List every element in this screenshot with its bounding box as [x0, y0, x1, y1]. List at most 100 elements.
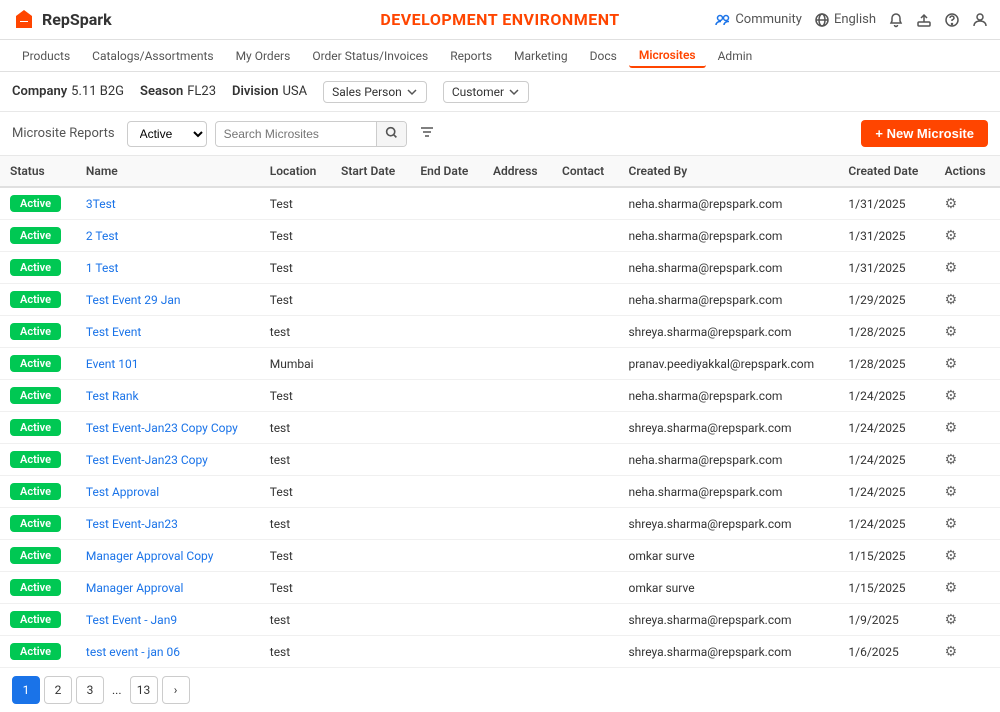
cell-name-4: Test Event — [76, 316, 260, 348]
upload-icon-btn[interactable] — [916, 12, 932, 28]
microsite-name-link-1[interactable]: 2 Test — [86, 229, 119, 243]
actions-gear-btn-6[interactable]: ⚙ — [945, 387, 958, 404]
actions-gear-btn-7[interactable]: ⚙ — [945, 419, 958, 436]
microsite-name-link-6[interactable]: Test Rank — [86, 389, 139, 403]
language-selector[interactable]: English — [814, 12, 876, 28]
page-btn-1[interactable]: 1 — [12, 676, 40, 704]
page-btn-2[interactable]: 2 — [44, 676, 72, 704]
cell-name-6: Test Rank — [76, 380, 260, 412]
logo[interactable]: RepSpark — [12, 8, 112, 32]
cell-start-date-10 — [331, 508, 410, 540]
season-label: Season — [140, 84, 183, 99]
actions-gear-btn-9[interactable]: ⚙ — [945, 483, 958, 500]
microsite-name-link-9[interactable]: Test Approval — [86, 485, 159, 499]
actions-gear-btn-1[interactable]: ⚙ — [945, 227, 958, 244]
nav-marketing[interactable]: Marketing — [504, 45, 578, 67]
actions-gear-btn-14[interactable]: ⚙ — [945, 643, 958, 660]
division-value: USA — [282, 84, 307, 99]
cell-start-date-4 — [331, 316, 410, 348]
nav-my-orders[interactable]: My Orders — [226, 45, 301, 67]
actions-gear-btn-5[interactable]: ⚙ — [945, 355, 958, 372]
cell-created-by-6: neha.sharma@repspark.com — [618, 380, 838, 412]
microsite-name-link-3[interactable]: Test Event 29 Jan — [86, 293, 181, 307]
cell-created-by-0: neha.sharma@repspark.com — [618, 187, 838, 220]
sales-person-label: Sales Person — [332, 85, 402, 99]
actions-gear-btn-11[interactable]: ⚙ — [945, 547, 958, 564]
sales-person-dropdown[interactable]: Sales Person — [323, 81, 427, 103]
cell-actions-4: ⚙ — [935, 316, 1000, 348]
col-created-date: Created Date — [838, 156, 934, 187]
new-microsite-button[interactable]: + New Microsite — [861, 120, 988, 147]
cell-location-4: test — [260, 316, 331, 348]
filter-options-button[interactable] — [415, 120, 439, 147]
microsite-name-link-0[interactable]: 3Test — [86, 197, 116, 211]
nav-microsites[interactable]: Microsites — [629, 44, 706, 68]
cell-end-date-12 — [410, 572, 483, 604]
cell-name-7: Test Event-Jan23 Copy Copy — [76, 412, 260, 444]
cell-status-0: Active — [0, 187, 76, 220]
nav-admin[interactable]: Admin — [708, 45, 763, 67]
cell-contact-1 — [552, 220, 618, 252]
cell-end-date-9 — [410, 476, 483, 508]
cell-actions-0: ⚙ — [935, 187, 1000, 220]
cell-created-date-8: 1/24/2025 — [838, 444, 934, 476]
nav-catalogs[interactable]: Catalogs/Assortments — [82, 45, 223, 67]
table-row: Active Test Rank Test neha.sharma@repspa… — [0, 380, 1000, 412]
table-row: Active Event 101 Mumbai pranav.peediyakk… — [0, 348, 1000, 380]
microsite-name-link-4[interactable]: Test Event — [86, 325, 141, 339]
page-next-btn[interactable]: › — [162, 676, 190, 704]
actions-gear-btn-13[interactable]: ⚙ — [945, 611, 958, 628]
cell-contact-14 — [552, 636, 618, 668]
actions-gear-btn-8[interactable]: ⚙ — [945, 451, 958, 468]
microsite-name-link-7[interactable]: Test Event-Jan23 Copy Copy — [86, 421, 238, 435]
community-link[interactable]: Community — [715, 12, 802, 28]
actions-gear-btn-12[interactable]: ⚙ — [945, 579, 958, 596]
cell-end-date-13 — [410, 604, 483, 636]
nav-reports[interactable]: Reports — [440, 45, 502, 67]
filter-season: Season FL23 — [140, 84, 216, 99]
cell-end-date-5 — [410, 348, 483, 380]
cell-start-date-12 — [331, 572, 410, 604]
cell-start-date-11 — [331, 540, 410, 572]
search-button[interactable] — [376, 122, 406, 146]
actions-gear-btn-0[interactable]: ⚙ — [945, 195, 958, 212]
cell-status-12: Active — [0, 572, 76, 604]
microsite-name-link-11[interactable]: Manager Approval Copy — [86, 549, 213, 563]
cell-actions-9: ⚙ — [935, 476, 1000, 508]
cell-start-date-7 — [331, 412, 410, 444]
cell-end-date-3 — [410, 284, 483, 316]
cell-actions-13: ⚙ — [935, 604, 1000, 636]
notifications-icon[interactable] — [888, 12, 904, 28]
microsite-name-link-13[interactable]: Test Event - Jan9 — [86, 613, 177, 627]
microsite-name-link-10[interactable]: Test Event-Jan23 — [86, 517, 178, 531]
cell-created-date-1: 1/31/2025 — [838, 220, 934, 252]
cell-address-13 — [483, 604, 552, 636]
page-btn-13[interactable]: 13 — [130, 676, 158, 704]
actions-gear-btn-10[interactable]: ⚙ — [945, 515, 958, 532]
customer-dropdown[interactable]: Customer — [443, 81, 529, 103]
page-btn-3[interactable]: 3 — [76, 676, 104, 704]
cell-location-2: Test — [260, 252, 331, 284]
actions-gear-btn-4[interactable]: ⚙ — [945, 323, 958, 340]
cell-contact-9 — [552, 476, 618, 508]
cell-created-by-2: neha.sharma@repspark.com — [618, 252, 838, 284]
microsite-name-link-14[interactable]: test event - jan 06 — [86, 645, 180, 659]
nav-docs[interactable]: Docs — [580, 45, 627, 67]
search-input[interactable] — [216, 123, 376, 145]
microsite-name-link-2[interactable]: 1 Test — [86, 261, 119, 275]
help-icon-btn[interactable] — [944, 12, 960, 28]
table-row: Active Test Event-Jan23 Copy Copy test s… — [0, 412, 1000, 444]
microsite-name-link-5[interactable]: Event 101 — [86, 357, 139, 371]
user-profile-btn[interactable] — [972, 12, 988, 28]
cell-created-by-8: neha.sharma@repspark.com — [618, 444, 838, 476]
cell-address-0 — [483, 187, 552, 220]
actions-gear-btn-2[interactable]: ⚙ — [945, 259, 958, 276]
microsite-name-link-12[interactable]: Manager Approval — [86, 581, 183, 595]
nav-products[interactable]: Products — [12, 45, 80, 67]
cell-created-date-3: 1/29/2025 — [838, 284, 934, 316]
cell-created-date-6: 1/24/2025 — [838, 380, 934, 412]
actions-gear-btn-3[interactable]: ⚙ — [945, 291, 958, 308]
nav-order-status[interactable]: Order Status/Invoices — [302, 45, 438, 67]
microsite-name-link-8[interactable]: Test Event-Jan23 Copy — [86, 453, 208, 467]
status-filter-select[interactable]: Active Inactive All — [127, 121, 207, 147]
